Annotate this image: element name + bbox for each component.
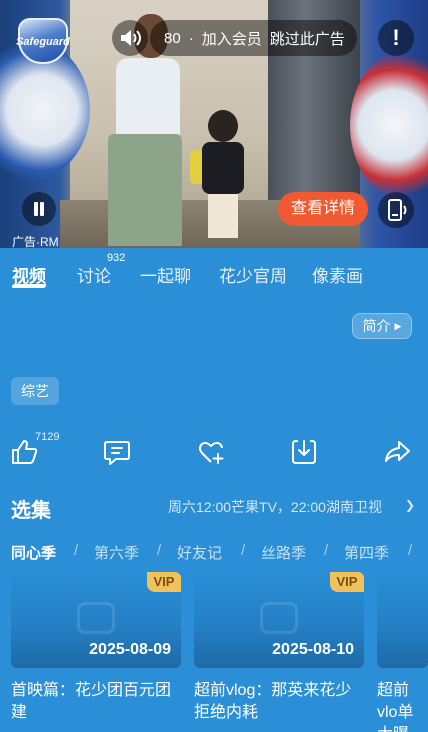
- skip-ad-link[interactable]: 跳过此广告: [270, 28, 345, 49]
- pause-button[interactable]: [22, 192, 56, 226]
- video-swirl-right: [350, 50, 428, 200]
- chevron-right-icon[interactable]: ❯: [405, 498, 415, 512]
- content-tabs: 视频 讨论 一起聊 花少官周 像素画: [0, 262, 428, 292]
- report-button[interactable]: !: [378, 20, 414, 56]
- episode-caption[interactable]: 超前vlog：那英来花少拒绝内耗: [194, 680, 364, 724]
- mango-watermark-icon: [77, 602, 115, 634]
- episode-caption[interactable]: 超前vlo单大曝: [377, 680, 428, 732]
- season-tab-4[interactable]: 第四季: [344, 542, 389, 563]
- season-separator: /: [408, 542, 413, 559]
- episode-card[interactable]: VIP 2025-08-09: [11, 572, 181, 668]
- like-count: 7129: [35, 431, 60, 443]
- episode-caption[interactable]: 首映篇：花少团百元团建: [11, 680, 181, 724]
- heart-plus-icon: [199, 441, 224, 464]
- tab-discussion[interactable]: 讨论: [77, 262, 111, 287]
- comment-button[interactable]: [101, 436, 133, 468]
- download-icon: [292, 440, 316, 464]
- comment-icon: [104, 441, 130, 465]
- sound-button[interactable]: [112, 20, 148, 56]
- share-button[interactable]: [381, 436, 413, 468]
- broadcast-schedule[interactable]: 周六12:00芒果TV，22:00湖南卫视: [168, 497, 382, 517]
- tab-chat-together[interactable]: 一起聊: [140, 262, 191, 287]
- vip-badge: VIP: [330, 572, 364, 592]
- episode-date: 2025-08-10: [272, 641, 354, 658]
- season-separator: /: [241, 542, 246, 559]
- vip-badge: VIP: [147, 572, 181, 592]
- episodes-title: 选集: [11, 500, 51, 522]
- ad-countdown: 80: [164, 29, 181, 47]
- exclamation-icon: !: [392, 25, 400, 50]
- download-button[interactable]: [288, 436, 320, 468]
- view-details-button[interactable]: 查看详情: [278, 192, 368, 226]
- share-icon: [385, 441, 410, 462]
- brand-logo: Safeguard: [14, 18, 72, 64]
- play-arrow-icon: ▶: [394, 320, 402, 331]
- season-separator: /: [324, 542, 329, 559]
- episode-card[interactable]: [377, 572, 428, 668]
- season-tab-silk-road[interactable]: 丝路季: [261, 542, 306, 563]
- rotate-phone-icon: [388, 199, 407, 221]
- join-vip-link[interactable]: 加入会员: [202, 28, 262, 49]
- rotate-screen-button[interactable]: [378, 192, 414, 228]
- intro-button[interactable]: 简介 ▶: [352, 313, 412, 339]
- episode-date: 2025-08-09: [89, 641, 171, 658]
- ad-separator: ·: [188, 29, 194, 47]
- tab-weekly[interactable]: 花少官周: [219, 262, 287, 287]
- speaker-icon: [121, 30, 141, 46]
- genre-tag[interactable]: 综艺: [11, 377, 59, 405]
- season-tab-friends[interactable]: 好友记: [177, 542, 222, 563]
- brand-logo-text: Safeguard: [16, 36, 70, 48]
- ad-label: 广告·RM: [12, 235, 59, 249]
- video-figure-child: [190, 110, 248, 238]
- season-separator: /: [157, 542, 162, 559]
- discussion-count-badge: 932: [107, 252, 126, 264]
- pause-icon: [34, 202, 38, 216]
- season-separator: /: [74, 542, 79, 559]
- tab-pixel-art[interactable]: 像素画: [312, 262, 363, 287]
- season-tab-6[interactable]: 第六季: [94, 542, 139, 563]
- active-tab-indicator: [11, 284, 47, 288]
- episode-card[interactable]: VIP 2025-08-10: [194, 572, 364, 668]
- intro-label: 简介: [362, 318, 391, 334]
- favorite-button[interactable]: [195, 436, 227, 468]
- ad-control-bar: 80 · 加入会员 跳过此广告: [150, 20, 357, 56]
- mango-watermark-icon: [260, 602, 298, 634]
- season-tab-tongxin[interactable]: 同心季: [11, 542, 56, 563]
